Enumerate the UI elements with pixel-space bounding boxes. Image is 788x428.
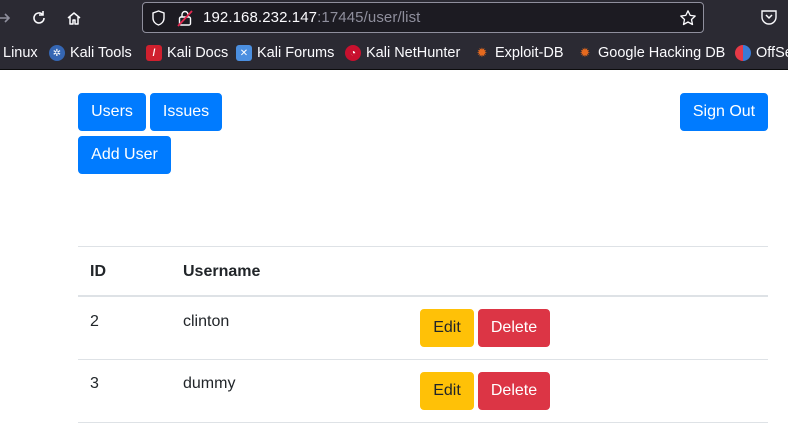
insecure-lock-icon[interactable]	[177, 9, 193, 32]
google-hacking-db-icon: ✹	[579, 45, 591, 60]
kali-nethunter-icon: ◔	[345, 45, 361, 61]
url-bar[interactable]: 192.168.232.147:17445/user/list	[142, 2, 704, 33]
exploit-db-icon: ✹	[476, 45, 488, 60]
bookmark-star-icon[interactable]	[679, 9, 697, 32]
kali-tools-icon: ✲	[49, 45, 65, 61]
bookmark-label: Kali Docs	[167, 45, 229, 61]
tracking-shield-icon[interactable]	[151, 10, 166, 31]
reload-icon[interactable]	[27, 6, 51, 30]
bookmark-google-hacking-db[interactable]: ✹ Google Hacking DB	[577, 36, 726, 69]
row-username: clinton	[183, 313, 230, 330]
url-text[interactable]: 192.168.232.147:17445/user/list	[203, 9, 420, 26]
header-divider	[78, 295, 768, 297]
column-header-username: Username	[183, 263, 261, 280]
issues-button[interactable]: Issues	[150, 93, 222, 131]
bookmark-label: Kali Tools	[70, 45, 132, 61]
bookmark-kali-forums[interactable]: ✕ Kali Forums	[236, 36, 335, 69]
bookmark-label: Kali Forums	[257, 45, 335, 61]
offsec-icon	[735, 45, 751, 61]
bookmark-kali-linux[interactable]: Linux	[3, 36, 38, 69]
row-id: 3	[90, 375, 99, 392]
row-divider	[78, 359, 768, 360]
kali-forums-icon: ✕	[236, 45, 252, 61]
bookmark-label: Google Hacking DB	[598, 45, 726, 61]
add-user-button[interactable]: Add User	[78, 136, 171, 174]
home-icon[interactable]	[62, 6, 86, 30]
kali-docs-icon: /	[146, 45, 162, 61]
row-username: dummy	[183, 375, 236, 392]
delete-button[interactable]: Delete	[478, 309, 550, 347]
delete-button[interactable]: Delete	[478, 372, 550, 410]
row-divider	[78, 422, 768, 423]
bookmark-kali-nethunter[interactable]: ◔ Kali NetHunter	[345, 36, 461, 69]
row-id: 2	[90, 313, 99, 330]
bookmark-offsec[interactable]: OffSe	[735, 36, 788, 69]
bookmark-label: Kali NetHunter	[366, 45, 461, 61]
bookmark-kali-tools[interactable]: ✲ Kali Tools	[49, 36, 132, 69]
bookmark-label: OffSe	[756, 45, 788, 61]
users-button[interactable]: Users	[78, 93, 146, 131]
column-header-id: ID	[90, 263, 106, 280]
bookmark-label: Exploit-DB	[495, 45, 564, 61]
bookmarks-toolbar: Linux ✲ Kali Tools / Kali Docs ✕ Kali Fo…	[0, 36, 788, 70]
edit-button[interactable]: Edit	[420, 309, 474, 347]
bookmark-exploit-db[interactable]: ✹ Exploit-DB	[474, 36, 564, 69]
table-top-border	[78, 246, 768, 247]
bookmark-label: Linux	[3, 45, 38, 61]
sign-out-button[interactable]: Sign Out	[680, 93, 768, 131]
browser-toolbar: 192.168.232.147:17445/user/list	[0, 0, 788, 36]
bookmark-kali-docs[interactable]: / Kali Docs	[146, 36, 229, 69]
edit-button[interactable]: Edit	[420, 372, 474, 410]
forward-arrow-icon[interactable]	[0, 6, 16, 30]
pocket-icon[interactable]	[760, 8, 778, 31]
